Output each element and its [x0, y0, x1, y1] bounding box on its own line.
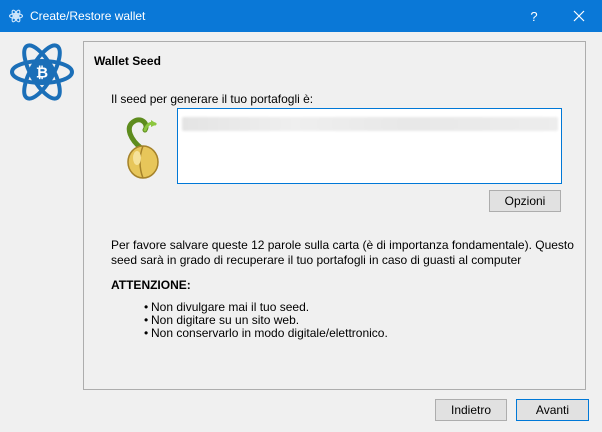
seed-label: Il seed per generare il tuo portafogli è…: [111, 92, 314, 106]
title-bar: Create/Restore wallet ?: [0, 0, 602, 32]
electrum-bitcoin-logo: ₿: [10, 43, 74, 101]
svg-text:₿: ₿: [36, 64, 48, 82]
close-icon: [573, 10, 585, 22]
attention-list: Non divulgare mai il tuo seed. Non digit…: [144, 301, 388, 341]
wallet-seed-panel: Wallet Seed Il seed per generare il tuo …: [83, 41, 586, 390]
list-item: Non conservarlo in modo digitale/elettro…: [144, 327, 388, 341]
help-button[interactable]: ?: [512, 0, 556, 32]
seed-sprout-image: [126, 117, 159, 179]
electrum-app-icon: [8, 9, 24, 23]
window-title: Create/Restore wallet: [30, 9, 146, 23]
options-button[interactable]: Opzioni: [489, 190, 561, 212]
attention-heading: ATTENZIONE:: [111, 278, 191, 292]
seed-blurred-text: [182, 117, 558, 131]
panel-title: Wallet Seed: [94, 54, 161, 68]
next-button[interactable]: Avanti: [516, 399, 589, 421]
back-button[interactable]: Indietro: [435, 399, 507, 421]
seed-text-area[interactable]: [177, 108, 562, 184]
close-button[interactable]: [556, 0, 602, 32]
warning-text: Per favore salvare queste 12 parole sull…: [111, 238, 574, 267]
